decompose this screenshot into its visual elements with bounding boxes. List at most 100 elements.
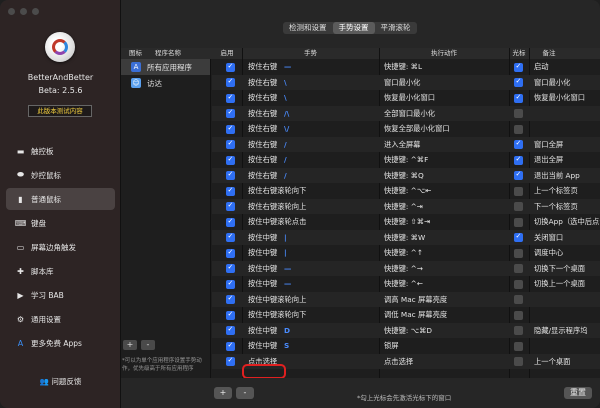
sidebar-item-trackpad[interactable]: ▬ 触控板 xyxy=(0,140,121,162)
action-label[interactable]: 快捷键: ⇧⌘⇥ xyxy=(384,214,506,230)
app-row-finder[interactable]: ☺ 访达 xyxy=(121,75,210,91)
remark-label[interactable]: 调度中心 xyxy=(534,245,600,261)
enable-checkbox[interactable] xyxy=(226,341,235,351)
enable-checkbox[interactable] xyxy=(226,279,235,289)
sidebar-item-more-apps[interactable]: A 更多免费 Apps xyxy=(0,332,121,354)
action-label[interactable]: 快捷键: ^→ xyxy=(384,261,506,277)
enable-checkbox[interactable] xyxy=(226,139,235,149)
enable-checkbox[interactable] xyxy=(226,77,235,87)
sidebar-item-general[interactable]: ⚙ 通用设置 xyxy=(0,308,121,330)
enable-checkbox[interactable] xyxy=(226,248,235,258)
sidebar-item-screen-corner[interactable]: ▭ 屏幕边角触发 xyxy=(0,236,121,258)
table-row[interactable]: 按住中键—快捷键: ^←切换上一个桌面 xyxy=(212,276,600,292)
cursor-checkbox[interactable] xyxy=(514,357,523,366)
close-window-button[interactable] xyxy=(8,8,15,15)
app-row-all[interactable]: A 所有应用程序 xyxy=(121,59,210,75)
sidebar-item-magic-mouse[interactable]: ⬬ 妙控鼠标 xyxy=(0,164,121,186)
remark-label[interactable]: 上一个标签页 xyxy=(534,183,600,199)
sidebar-item-keyboard[interactable]: ⌨ 键盘 xyxy=(0,212,121,234)
remove-gesture-button[interactable]: - xyxy=(236,387,254,399)
action-label[interactable]: 快捷键: ⌘L xyxy=(384,59,506,75)
action-label[interactable]: 快捷键: ^⌥⇤ xyxy=(384,183,506,199)
tab-detect-settings[interactable]: 检测和设置 xyxy=(283,22,333,34)
cursor-checkbox[interactable] xyxy=(514,109,523,118)
table-row[interactable]: 按住右键/进入全屏幕窗口全屏 xyxy=(212,136,600,153)
remark-label[interactable]: 切换下一个桌面 xyxy=(534,261,600,277)
enable-checkbox[interactable] xyxy=(226,325,235,335)
cursor-checkbox[interactable] xyxy=(514,310,523,320)
cursor-checkbox[interactable] xyxy=(514,155,523,165)
remark-label[interactable]: 启动 xyxy=(534,59,600,75)
beta-notes-button[interactable]: 此版本测试内容 xyxy=(28,105,92,117)
table-row[interactable]: 按住中键滚轮点击快捷键: ⇧⌘⇥切换App（选中后点击） xyxy=(212,214,600,230)
table-row[interactable]: 按住右键滚轮向上快捷键: ^⇥下一个标签页 xyxy=(212,198,600,215)
action-label[interactable]: 调低 Mac 屏幕亮度 xyxy=(384,307,506,323)
action-label[interactable]: 全部窗口最小化 xyxy=(384,106,506,122)
cursor-checkbox[interactable] xyxy=(514,93,523,103)
remark-label[interactable]: 窗口最小化 xyxy=(534,75,600,91)
cursor-checkbox[interactable] xyxy=(514,62,523,72)
action-label[interactable]: 快捷键: ^⇥ xyxy=(384,199,506,215)
table-row[interactable]: 按住中键|快捷键: ^↑调度中心 xyxy=(212,245,600,261)
table-row[interactable]: 按住右键—快捷键: ⌘L启动 xyxy=(212,59,600,75)
remark-label[interactable]: 下一个标签页 xyxy=(534,199,600,215)
enable-checkbox[interactable] xyxy=(226,232,235,242)
remark-label[interactable]: 隐藏/显示程序坞 xyxy=(534,323,600,339)
enable-checkbox[interactable] xyxy=(226,201,235,211)
table-row[interactable]: 按住中键D快捷键: ⌥⌘D隐藏/显示程序坞 xyxy=(212,322,600,339)
action-label[interactable]: 快捷键: ⌘Q xyxy=(384,168,506,184)
remark-label[interactable]: 退出全屏 xyxy=(534,152,600,168)
remark-label[interactable]: 切换App（选中后点击） xyxy=(534,214,600,230)
enable-checkbox[interactable] xyxy=(226,93,235,103)
remark-label[interactable] xyxy=(534,106,600,122)
action-label[interactable]: 快捷键: ^← xyxy=(384,276,506,292)
enable-checkbox[interactable] xyxy=(226,294,235,304)
table-row[interactable]: 按住右键/\全部窗口最小化 xyxy=(212,105,600,122)
remark-label[interactable]: 退出当前 App xyxy=(534,168,600,184)
sidebar-item-learn[interactable]: ▶ 学习 BAB xyxy=(0,284,121,306)
table-row[interactable]: 按住右键\窗口最小化窗口最小化 xyxy=(212,74,600,91)
table-row[interactable]: 按住右键滚轮向下快捷键: ^⌥⇤上一个标签页 xyxy=(212,183,600,199)
enable-checkbox[interactable] xyxy=(226,155,235,165)
remark-label[interactable] xyxy=(534,292,600,308)
table-row[interactable]: 按住中键|快捷键: ⌘W关闭窗口 xyxy=(212,229,600,245)
remark-label[interactable] xyxy=(534,121,600,137)
tab-gesture-settings[interactable]: 手势设置 xyxy=(332,22,375,34)
enable-checkbox[interactable] xyxy=(226,310,235,320)
cursor-checkbox[interactable] xyxy=(514,248,523,258)
table-row[interactable]: 按住右键\/恢复全部最小化窗口 xyxy=(212,121,600,137)
action-label[interactable]: 进入全屏幕 xyxy=(384,137,506,153)
tab-smooth-scroll[interactable]: 平滑滚轮 xyxy=(375,22,417,34)
enable-checkbox[interactable] xyxy=(226,62,235,72)
zoom-window-button[interactable] xyxy=(32,8,39,15)
enable-checkbox[interactable] xyxy=(226,124,235,134)
remark-label[interactable]: 恢复最小化窗口 xyxy=(534,90,600,106)
add-gesture-button[interactable]: + xyxy=(214,387,232,399)
action-label[interactable]: 调高 Mac 屏幕亮度 xyxy=(384,292,506,308)
cursor-checkbox[interactable] xyxy=(514,341,523,351)
action-label[interactable]: 快捷键: ^↑ xyxy=(384,245,506,261)
action-label[interactable]: 恢复最小化窗口 xyxy=(384,90,506,106)
enable-checkbox[interactable] xyxy=(226,186,235,196)
remark-label[interactable]: 窗口全屏 xyxy=(534,137,600,153)
table-row[interactable]: 按住中键滚轮向下调低 Mac 屏幕亮度 xyxy=(212,307,600,323)
cursor-checkbox[interactable] xyxy=(514,202,523,211)
cursor-checkbox[interactable] xyxy=(514,326,523,335)
table-row[interactable]: 按住右键/快捷键: ^⌘F退出全屏 xyxy=(212,152,600,168)
action-label[interactable]: 恢复全部最小化窗口 xyxy=(384,121,506,137)
feedback-button[interactable]: 👥 问题反馈 xyxy=(0,376,121,387)
table-row[interactable]: 按住中键—快捷键: ^→切换下一个桌面 xyxy=(212,260,600,277)
sidebar-item-scripts[interactable]: ✚ 脚本库 xyxy=(0,260,121,282)
enable-checkbox[interactable] xyxy=(226,263,235,273)
cursor-checkbox[interactable] xyxy=(514,170,523,180)
cursor-checkbox[interactable] xyxy=(514,217,523,227)
action-label[interactable]: 点击选择 xyxy=(384,354,506,370)
action-label[interactable]: 窗口最小化 xyxy=(384,75,506,91)
action-label[interactable]: 快捷键: ^⌘F xyxy=(384,152,506,168)
cursor-checkbox[interactable] xyxy=(514,124,523,134)
table-row[interactable]: 按住右键/快捷键: ⌘Q退出当前 App xyxy=(212,167,600,184)
enable-checkbox[interactable] xyxy=(226,356,235,366)
remark-label[interactable] xyxy=(534,338,600,354)
add-app-button[interactable]: + xyxy=(123,340,137,350)
enable-checkbox[interactable] xyxy=(226,217,235,227)
